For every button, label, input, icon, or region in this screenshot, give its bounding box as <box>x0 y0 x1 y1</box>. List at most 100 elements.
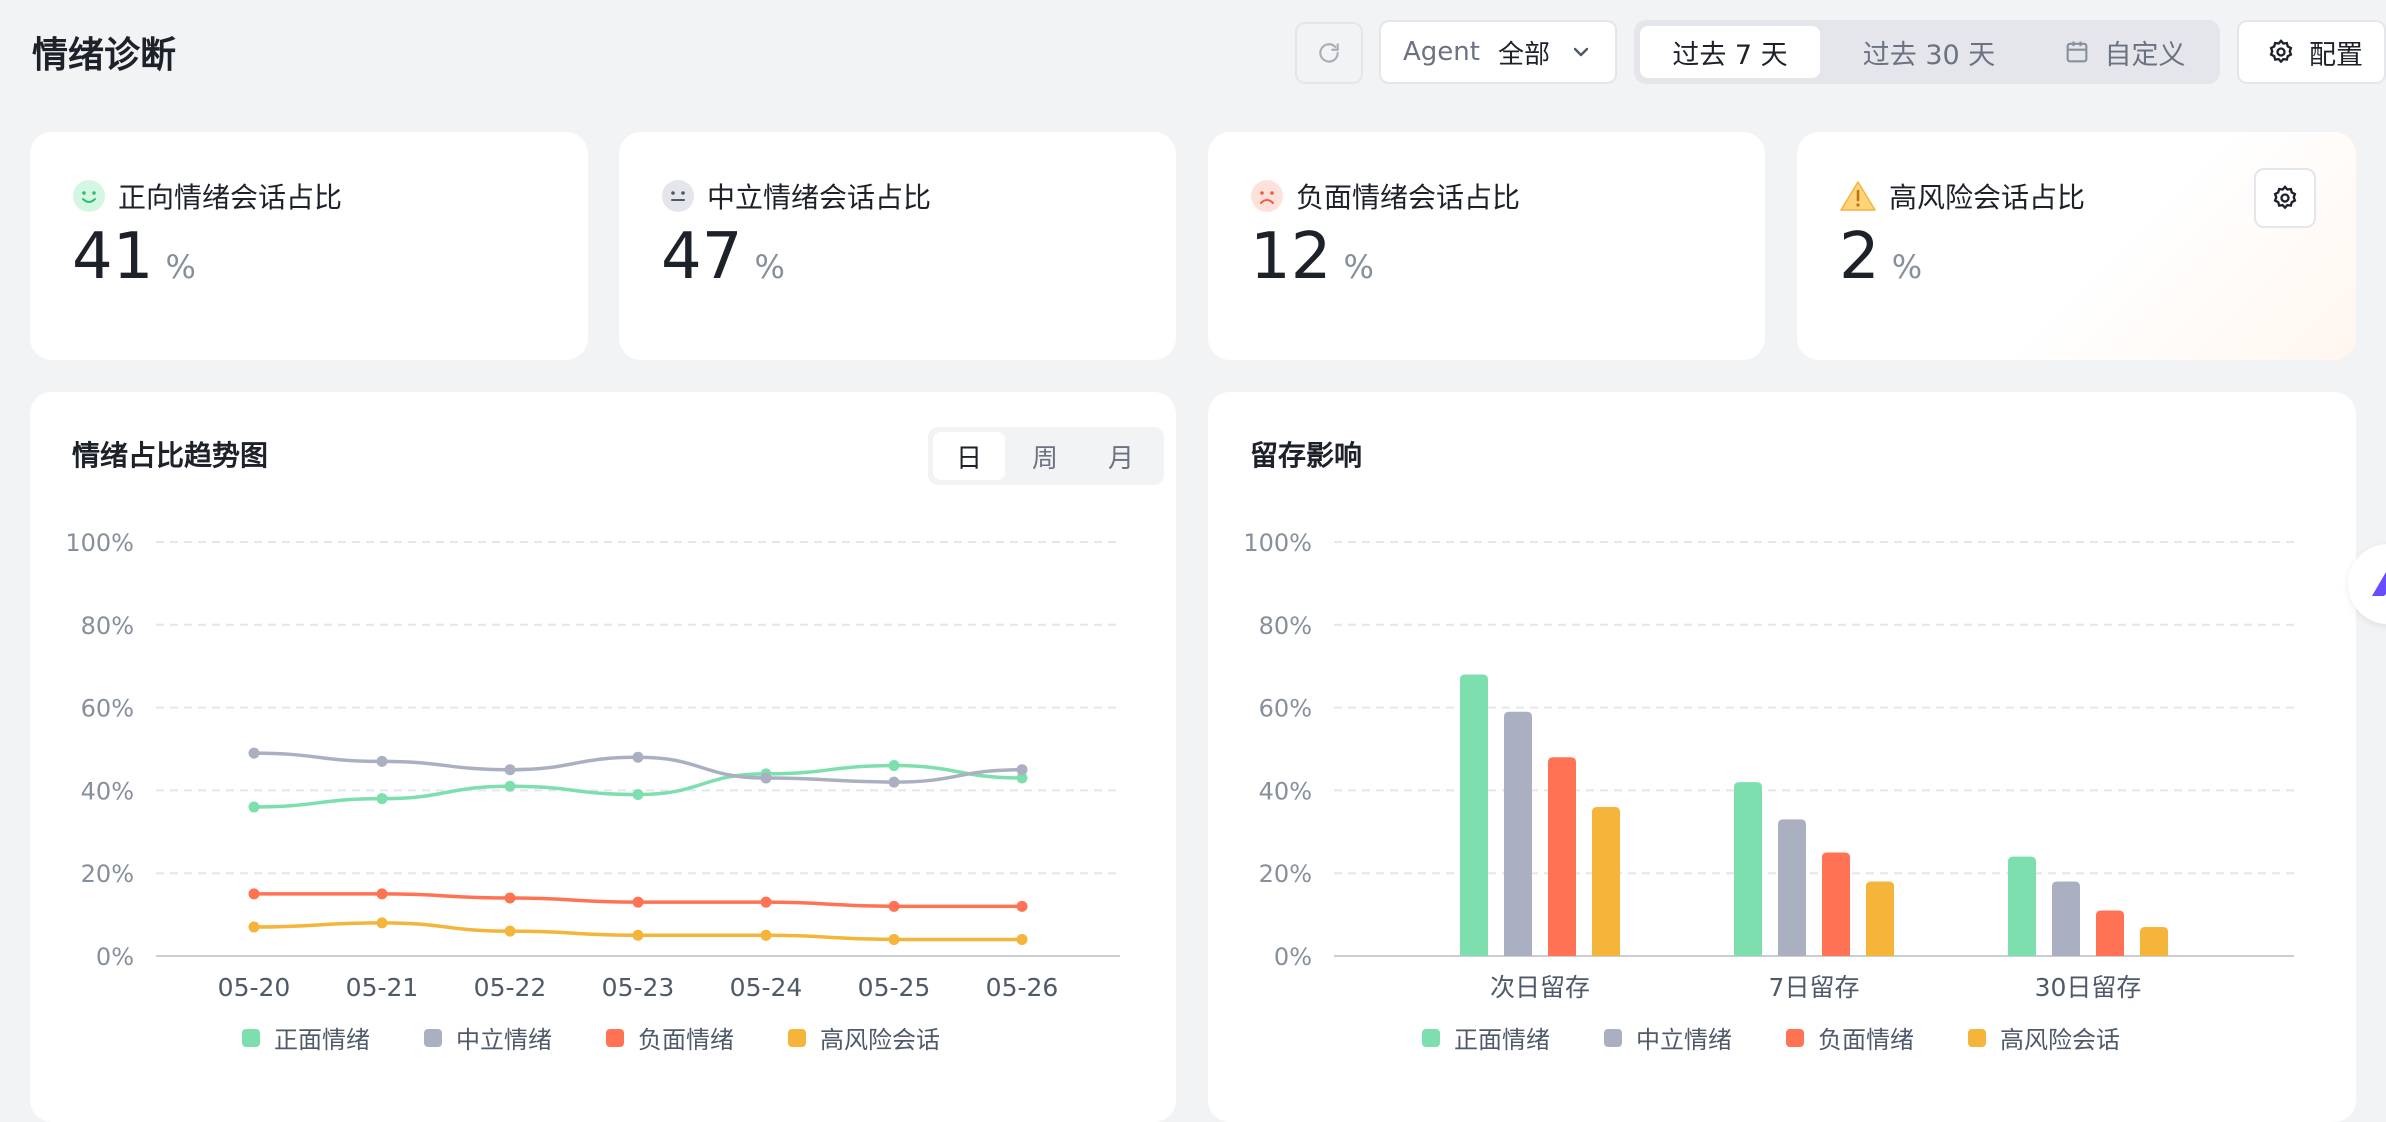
neutral-face-icon <box>661 179 695 213</box>
data-point <box>1016 933 1028 945</box>
x-tick-label: 7日留存 <box>1769 973 1860 1002</box>
legend-label: 高风险会话 <box>2000 1026 2120 1054</box>
series-line <box>253 763 1023 809</box>
data-point <box>888 760 900 772</box>
range-custom-label: 自定义 <box>2104 39 2186 71</box>
legend-item[interactable]: 正面情绪 <box>1422 1020 1550 1055</box>
data-point <box>504 764 516 776</box>
y-tick-label: 100% <box>65 529 134 557</box>
y-tick-label: 0% <box>1274 943 1312 971</box>
config-label: 配置 <box>2309 39 2363 71</box>
stat-card-positive: 正向情绪会话占比 41 % <box>30 132 588 360</box>
bar <box>1592 806 1620 956</box>
range-7-days[interactable]: 过去 7 天 <box>1640 26 1820 78</box>
legend-item[interactable]: 高风险会话 <box>1968 1020 2120 1055</box>
data-point <box>888 933 900 945</box>
legend-item[interactable]: 负面情绪 <box>606 1020 734 1055</box>
chevron-down-icon <box>1573 47 1589 57</box>
bar <box>1822 852 1850 956</box>
legend-item[interactable]: 负面情绪 <box>1786 1020 1914 1055</box>
stat-value: 12 <box>1250 220 1332 294</box>
refresh-icon <box>1319 43 1339 63</box>
stat-card-negative: 负面情绪会话占比 12 % <box>1208 132 1765 360</box>
x-tick-label: 05-23 <box>602 973 675 1002</box>
legend-item[interactable]: 中立情绪 <box>1604 1020 1732 1055</box>
x-tick-label: 05-26 <box>986 973 1059 1002</box>
legend-swatch <box>1968 1028 1986 1047</box>
data-point <box>248 888 260 900</box>
page-title: 情绪诊断 <box>32 35 177 76</box>
bar <box>1504 711 1532 956</box>
legend-swatch <box>606 1028 624 1047</box>
data-point <box>376 917 388 929</box>
smile-icon <box>72 179 106 213</box>
legend-label: 中立情绪 <box>456 1026 552 1054</box>
legend-item[interactable]: 中立情绪 <box>424 1020 552 1055</box>
legend-item[interactable]: 正面情绪 <box>242 1020 370 1055</box>
retention-bar-chart: 0% 20% 40% 60% 80% 100% 次日留存 7日留存 30日留存 <box>1243 529 2294 1002</box>
x-tick-label: 次日留存 <box>1490 973 1590 1002</box>
legend-label: 正面情绪 <box>274 1026 370 1054</box>
agent-select[interactable]: Agent 全部 <box>1379 20 1617 84</box>
data-point <box>376 888 388 900</box>
x-tick-label: 05-22 <box>474 973 547 1002</box>
x-tick-label: 05-20 <box>218 973 291 1002</box>
stat-title: 高风险会话占比 <box>1889 181 2086 214</box>
frown-icon <box>1250 179 1284 213</box>
data-point <box>888 900 900 912</box>
legend-label: 负面情绪 <box>1818 1026 1914 1054</box>
data-point <box>888 776 900 788</box>
gear-icon <box>2269 39 2293 64</box>
legend-swatch <box>788 1028 806 1047</box>
legend-swatch <box>1786 1028 1804 1047</box>
retention-legend: 正面情绪 中立情绪 负面情绪 高风险会话 <box>1422 1020 2174 1055</box>
legend-label: 正面情绪 <box>1454 1026 1550 1054</box>
y-tick-label: 60% <box>81 695 134 723</box>
gear-icon <box>2273 185 2297 210</box>
bar <box>2140 927 2168 956</box>
range-30-days[interactable]: 过去 30 天 <box>1834 26 2024 78</box>
legend-item[interactable]: 高风险会话 <box>788 1020 940 1055</box>
y-tick-label: 80% <box>1259 612 1312 640</box>
y-tick-label: 0% <box>96 943 134 971</box>
y-tick-label: 40% <box>81 777 134 805</box>
legend-swatch <box>424 1028 442 1047</box>
data-point <box>248 921 260 933</box>
data-point <box>760 772 772 784</box>
bar <box>1460 674 1488 956</box>
x-tick-label: 05-21 <box>346 973 419 1002</box>
warning-icon <box>1839 179 1877 213</box>
refresh-button[interactable] <box>1295 22 1363 84</box>
config-button[interactable]: 配置 <box>2237 20 2386 84</box>
bar <box>2096 910 2124 956</box>
bar <box>1548 757 1576 956</box>
data-point <box>376 793 388 805</box>
calendar-icon <box>2066 41 2087 63</box>
y-tick-label: 20% <box>1259 860 1312 888</box>
agent-select-value: 全部 <box>1497 39 1550 70</box>
data-point <box>760 896 772 908</box>
stat-title: 中立情绪会话占比 <box>707 181 932 214</box>
stat-value: 47 <box>661 220 743 294</box>
y-tick-label: 40% <box>1259 777 1312 805</box>
data-point <box>632 896 644 908</box>
retention-chart-card: 留存影响 0% 20% 40% 60% 80% 100% 次日留存 7日留存 30日留存 正面情… <box>1208 392 2356 1122</box>
stat-card-neutral: 中立情绪会话占比 47 % <box>619 132 1176 360</box>
data-point <box>1016 900 1028 912</box>
bar <box>1778 819 1806 956</box>
stat-value: 41 <box>72 220 154 294</box>
data-point <box>1016 764 1028 776</box>
stat-unit: % <box>1343 248 1374 286</box>
data-point <box>248 747 260 759</box>
data-point <box>248 801 260 813</box>
stat-unit: % <box>1891 248 1923 286</box>
legend-swatch <box>1604 1028 1622 1047</box>
range-custom[interactable]: 自定义 <box>2034 26 2214 78</box>
bar <box>2052 881 2080 956</box>
risk-settings-button[interactable] <box>2254 168 2316 228</box>
agent-select-label: Agent <box>1403 37 1480 67</box>
data-point <box>632 929 644 941</box>
stat-card-risk: 高风险会话占比 2 % <box>1797 132 2356 360</box>
data-point <box>504 780 516 792</box>
y-tick-label: 20% <box>81 860 134 888</box>
